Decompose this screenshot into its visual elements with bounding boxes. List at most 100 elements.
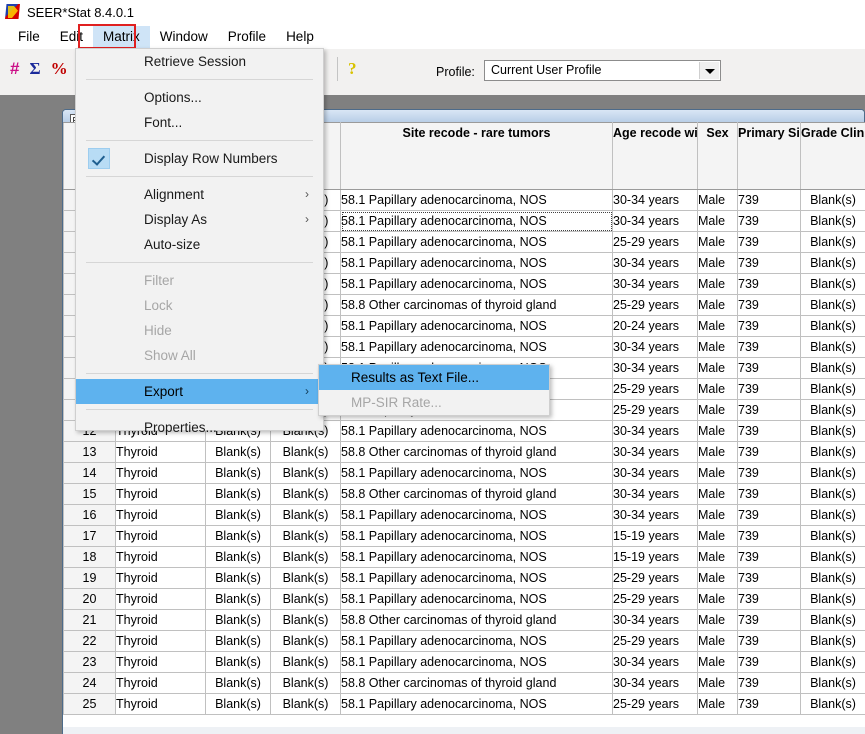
cell-sex[interactable]: Male (697, 651, 738, 673)
cell-grade-clinical[interactable]: Blank(s) (800, 546, 865, 568)
cell-sex[interactable]: Male (697, 231, 738, 253)
cell-site-recode[interactable]: Thyroid (115, 441, 206, 463)
cell-primary-site[interactable]: 739 (737, 462, 801, 484)
cell-site-recode-rare-tumors[interactable]: 58.1 Papillary adenocarcinoma, NOS (340, 315, 613, 337)
cell-site-recode[interactable]: Thyroid (115, 588, 206, 610)
chevron-down-icon[interactable] (699, 62, 719, 79)
cell-primary-site[interactable]: 739 (737, 504, 801, 526)
cell-primary-site[interactable]: 739 (737, 546, 801, 568)
cell-sex[interactable]: Male (697, 399, 738, 421)
row-number[interactable]: 25 (63, 693, 116, 715)
cell-site-recode[interactable]: Thyroid (115, 630, 206, 652)
cell-grade-clinical[interactable]: Blank(s) (800, 588, 865, 610)
row-number[interactable]: 18 (63, 546, 116, 568)
menu-item-alignment[interactable]: Alignment › (76, 182, 323, 207)
cell-grade-clinical[interactable]: Blank(s) (800, 441, 865, 463)
cell-grade-clinical[interactable]: Blank(s) (800, 567, 865, 589)
cell-sex[interactable]: Male (697, 420, 738, 442)
row-number[interactable]: 13 (63, 441, 116, 463)
cell-sex[interactable]: Male (697, 483, 738, 505)
cell-primary-site[interactable]: 739 (737, 273, 801, 295)
cell-grade-clinical[interactable]: Blank(s) (800, 357, 865, 379)
column-header-primary-site[interactable]: Primary Site (737, 122, 801, 190)
cell-age-recode[interactable]: 20-24 years (612, 315, 698, 337)
cell-site-recode-rare-tumors[interactable]: 58.1 Papillary adenocarcinoma, NOS (340, 462, 613, 484)
percent-icon[interactable]: % (51, 58, 68, 80)
cell-site-recode-rare-tumors[interactable]: 58.8 Other carcinomas of thyroid gland (340, 672, 613, 694)
cell-site-recode[interactable]: Thyroid (115, 483, 206, 505)
column-header-site-recode-rare-tumors[interactable]: Site recode - rare tumors (340, 122, 613, 190)
cell-blank-b[interactable]: Blank(s) (270, 462, 341, 484)
cell-grade-clinical[interactable]: Blank(s) (800, 483, 865, 505)
cell-blank-b[interactable]: Blank(s) (270, 609, 341, 631)
column-header-grade-clinical[interactable]: Grade Clinical (2018+) (800, 122, 865, 190)
menu-item-display-row-numbers[interactable]: Display Row Numbers (76, 146, 323, 171)
row-number[interactable]: 14 (63, 462, 116, 484)
cell-primary-site[interactable]: 739 (737, 630, 801, 652)
cell-blank-a[interactable]: Blank(s) (205, 588, 271, 610)
hash-icon[interactable]: # (10, 58, 19, 80)
cell-age-recode[interactable]: 30-34 years (612, 336, 698, 358)
cell-sex[interactable]: Male (697, 630, 738, 652)
cell-blank-a[interactable]: Blank(s) (205, 462, 271, 484)
column-header-sex[interactable]: Sex (697, 122, 738, 190)
cell-age-recode[interactable]: 30-34 years (612, 609, 698, 631)
cell-sex[interactable]: Male (697, 336, 738, 358)
cell-sex[interactable]: Male (697, 315, 738, 337)
cell-grade-clinical[interactable]: Blank(s) (800, 525, 865, 547)
cell-grade-clinical[interactable]: Blank(s) (800, 231, 865, 253)
row-number[interactable]: 20 (63, 588, 116, 610)
cell-primary-site[interactable]: 739 (737, 336, 801, 358)
cell-blank-a[interactable]: Blank(s) (205, 525, 271, 547)
table-row[interactable]: 14 Thyroid Blank(s) Blank(s) 58.1 Papillary … (63, 462, 865, 484)
cell-grade-clinical[interactable]: Blank(s) (800, 609, 865, 631)
menu-help[interactable]: Help (276, 26, 324, 48)
cell-sex[interactable]: Male (697, 672, 738, 694)
cell-grade-clinical[interactable]: Blank(s) (800, 252, 865, 274)
cell-sex[interactable]: Male (697, 252, 738, 274)
cell-site-recode[interactable]: Thyroid (115, 525, 206, 547)
cell-primary-site[interactable]: 739 (737, 588, 801, 610)
cell-primary-site[interactable]: 739 (737, 378, 801, 400)
cell-blank-a[interactable]: Blank(s) (205, 567, 271, 589)
cell-sex[interactable]: Male (697, 504, 738, 526)
cell-sex[interactable]: Male (697, 189, 738, 211)
cell-site-recode-rare-tumors[interactable]: 58.1 Papillary adenocarcinoma, NOS (340, 546, 613, 568)
cell-site-recode-rare-tumors[interactable]: 58.1 Papillary adenocarcinoma, NOS (340, 651, 613, 673)
cell-blank-b[interactable]: Blank(s) (270, 672, 341, 694)
cell-age-recode[interactable]: 30-34 years (612, 672, 698, 694)
cell-site-recode[interactable]: Thyroid (115, 504, 206, 526)
cell-grade-clinical[interactable]: Blank(s) (800, 273, 865, 295)
cell-blank-b[interactable]: Blank(s) (270, 651, 341, 673)
cell-primary-site[interactable]: 739 (737, 483, 801, 505)
cell-grade-clinical[interactable]: Blank(s) (800, 504, 865, 526)
cell-blank-b[interactable]: Blank(s) (270, 693, 341, 715)
cell-sex[interactable]: Male (697, 294, 738, 316)
cell-age-recode[interactable]: 30-34 years (612, 483, 698, 505)
cell-site-recode-rare-tumors[interactable]: 58.1 Papillary adenocarcinoma, NOS (340, 588, 613, 610)
cell-grade-clinical[interactable]: Blank(s) (800, 672, 865, 694)
cell-site-recode-rare-tumors[interactable]: 58.1 Papillary adenocarcinoma, NOS (340, 210, 613, 232)
cell-site-recode[interactable]: Thyroid (115, 693, 206, 715)
cell-age-recode[interactable]: 30-34 years (612, 504, 698, 526)
cell-site-recode-rare-tumors[interactable]: 58.1 Papillary adenocarcinoma, NOS (340, 567, 613, 589)
cell-grade-clinical[interactable]: Blank(s) (800, 378, 865, 400)
cell-grade-clinical[interactable]: Blank(s) (800, 462, 865, 484)
menu-item-retrieve-session[interactable]: Retrieve Session (76, 49, 323, 74)
cell-age-recode[interactable]: 25-29 years (612, 693, 698, 715)
cell-site-recode-rare-tumors[interactable]: 58.8 Other carcinomas of thyroid gland (340, 483, 613, 505)
row-number[interactable]: 24 (63, 672, 116, 694)
cell-sex[interactable]: Male (697, 273, 738, 295)
cell-site-recode-rare-tumors[interactable]: 58.1 Papillary adenocarcinoma, NOS (340, 189, 613, 211)
row-number[interactable]: 15 (63, 483, 116, 505)
cell-sex[interactable]: Male (697, 567, 738, 589)
cell-primary-site[interactable]: 739 (737, 609, 801, 631)
menu-file[interactable]: File (8, 26, 50, 48)
table-row[interactable]: 18 Thyroid Blank(s) Blank(s) 58.1 Papillary … (63, 546, 865, 568)
cell-site-recode[interactable]: Thyroid (115, 567, 206, 589)
cell-age-recode[interactable]: 30-34 years (612, 189, 698, 211)
cell-primary-site[interactable]: 739 (737, 651, 801, 673)
cell-blank-a[interactable]: Blank(s) (205, 609, 271, 631)
cell-sex[interactable]: Male (697, 357, 738, 379)
cell-blank-b[interactable]: Blank(s) (270, 546, 341, 568)
